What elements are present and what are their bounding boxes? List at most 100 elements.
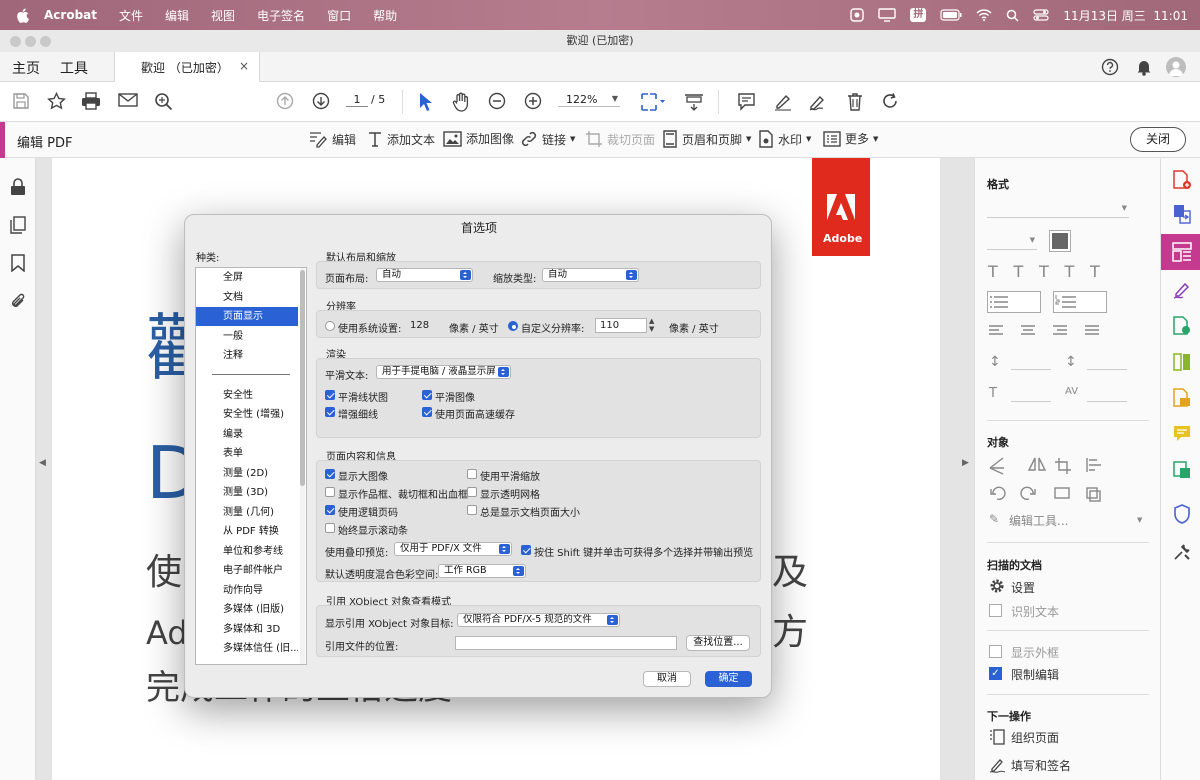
category-list[interactable]: 全屏 文档 页面显示 一般 注释 安全性 安全性 (增强) 编录 表单 测量 (… (195, 267, 307, 665)
input-method-icon[interactable]: 拼 (910, 8, 927, 22)
char-spacing-dropdown[interactable] (1087, 386, 1127, 402)
edit-tool-dropdown[interactable]: 编辑工具... (1009, 512, 1068, 529)
logical-page-numbers-checkbox[interactable] (325, 505, 335, 515)
sign-icon[interactable] (808, 92, 830, 112)
show-art-trim-bleed-checkbox[interactable] (325, 487, 335, 497)
menu-edit[interactable]: 编辑 (165, 7, 189, 24)
bell-icon[interactable] (1136, 58, 1152, 76)
show-bbox-checkbox[interactable] (989, 645, 1002, 658)
select-arrow-icon[interactable] (418, 92, 432, 112)
tab-tools[interactable]: 工具 (60, 58, 88, 78)
category-item[interactable]: 测量 (几何) (196, 503, 298, 522)
show-bbox-label[interactable]: 显示外框 (1011, 644, 1059, 661)
align-left-icon[interactable] (989, 324, 1109, 338)
bullet-list-icon[interactable] (987, 291, 1041, 313)
crop-page-button[interactable]: 裁切页面 (585, 130, 655, 148)
pages-icon[interactable] (10, 216, 26, 234)
add-text-button[interactable]: 添加文本 (367, 130, 435, 148)
menu-file[interactable]: 文件 (119, 7, 143, 24)
minimize-window-button[interactable] (25, 36, 36, 47)
transparency-grid-checkbox[interactable] (467, 487, 477, 497)
smooth-images-checkbox[interactable] (422, 390, 432, 400)
gear-icon[interactable] (989, 578, 1005, 594)
category-item[interactable]: 安全性 (196, 386, 298, 405)
control-center-icon[interactable] (1033, 9, 1050, 21)
object-tools-icons[interactable] (989, 456, 1129, 506)
battery-icon[interactable] (940, 9, 962, 21)
comment-icon[interactable] (737, 92, 756, 111)
char-scale-icon[interactable]: T (989, 386, 997, 401)
line-spacing-dropdown[interactable] (1011, 354, 1051, 370)
font-size-dropdown[interactable]: ▼ (987, 232, 1037, 250)
overprint-preview-select[interactable]: 仅用于 PDF/X 文件 (394, 542, 512, 556)
smooth-text-select[interactable]: 用于手提电脑 / 液晶显示屏 (376, 365, 511, 379)
link-button[interactable]: 链接 ▼ (520, 130, 575, 148)
zoom-dropdown[interactable]: 122% ▼ (558, 93, 620, 107)
combine-files-icon[interactable] (1172, 316, 1192, 336)
preferences-dialog[interactable]: 首选项 种类: 全屏 文档 页面显示 一般 注释 安全性 安全性 (增强) 编录… (184, 214, 772, 698)
category-item[interactable]: 多媒体和 3D (196, 620, 298, 639)
edit-pdf-tool-active[interactable] (1161, 234, 1200, 270)
print-icon[interactable] (81, 92, 101, 110)
category-item[interactable]: 测量 (2D) (196, 464, 298, 483)
system-resolution-radio[interactable] (325, 321, 335, 331)
numbered-list-icon[interactable] (1053, 291, 1107, 313)
restrict-edit-label[interactable]: 限制编辑 (1011, 666, 1059, 683)
attachment-icon[interactable] (10, 292, 26, 310)
protect-icon[interactable] (1172, 504, 1192, 524)
char-spacing-icon[interactable]: AV (1065, 386, 1078, 397)
menu-app[interactable]: Acrobat (44, 8, 97, 22)
zoom-window-button[interactable] (40, 36, 51, 47)
page-number-input[interactable]: 1 (346, 93, 368, 107)
ocr-checkbox[interactable] (989, 604, 1002, 617)
category-item[interactable]: 从 PDF 转换 (196, 522, 298, 541)
display-icon[interactable] (878, 8, 897, 22)
watermark-button[interactable]: 水印 ▼ (758, 130, 811, 148)
custom-resolution-radio[interactable] (508, 321, 518, 331)
spotlight-icon[interactable] (1006, 9, 1019, 22)
tab-home[interactable]: 主页 (12, 58, 40, 78)
category-item[interactable]: 电子邮件帐户 (196, 561, 298, 580)
text-style-icons[interactable]: TTTTT (988, 262, 1116, 281)
screen-record-icon[interactable] (850, 8, 865, 22)
zoom-in-icon[interactable] (524, 92, 542, 110)
fill-sign-icon[interactable] (989, 757, 1007, 773)
clock[interactable]: 11月13日 周三 11:01 (1063, 7, 1188, 24)
xobject-target-select[interactable]: 仅限符合 PDF/X-5 规范的文件 (457, 613, 620, 627)
zoom-out-icon[interactable] (488, 92, 506, 110)
category-item[interactable]: 全屏 (196, 268, 298, 287)
scroll-mode-icon[interactable] (684, 92, 704, 112)
close-edit-button[interactable]: 关闭 (1130, 127, 1186, 152)
menu-esign[interactable]: 电子签名 (257, 7, 305, 24)
category-item[interactable]: 动作向导 (196, 581, 298, 600)
category-item[interactable]: 测量 (3D) (196, 483, 298, 502)
category-scrollbar[interactable] (300, 268, 305, 664)
highlight-icon[interactable] (773, 92, 793, 112)
ok-button[interactable]: 确定 (705, 671, 752, 687)
category-item[interactable]: 单位和参考线 (196, 542, 298, 561)
page-layout-select[interactable]: 自动 (376, 268, 473, 282)
line-spacing-icon[interactable]: ↕ (989, 354, 1001, 370)
menu-help[interactable]: 帮助 (373, 7, 397, 24)
hand-tool-icon[interactable] (451, 92, 471, 112)
sign-tool-icon[interactable] (1172, 280, 1192, 300)
ocr-label[interactable]: 识别文本 (1011, 603, 1059, 620)
apple-icon[interactable] (0, 8, 44, 23)
print-production-icon[interactable] (1172, 460, 1192, 480)
font-color-picker[interactable] (1049, 230, 1071, 252)
wifi-icon[interactable] (976, 9, 992, 21)
category-item[interactable]: 表单 (196, 444, 298, 463)
mail-icon[interactable] (118, 92, 138, 108)
more-button[interactable]: 更多 ▼ (823, 130, 878, 147)
font-dropdown[interactable]: ▼ (987, 200, 1129, 218)
para-spacing-dropdown[interactable] (1087, 354, 1127, 370)
page-down-icon[interactable] (312, 92, 330, 110)
search-icon[interactable] (154, 92, 173, 111)
trash-icon[interactable] (846, 92, 864, 112)
category-item[interactable]: 多媒体信任 (旧... (196, 639, 298, 658)
menu-window[interactable]: 窗口 (327, 7, 351, 24)
browse-location-button[interactable]: 查找位置... (686, 635, 750, 651)
collapse-right-icon[interactable]: ▶ (962, 458, 969, 468)
menu-view[interactable]: 视图 (211, 7, 235, 24)
category-item[interactable]: 文档 (196, 288, 298, 307)
